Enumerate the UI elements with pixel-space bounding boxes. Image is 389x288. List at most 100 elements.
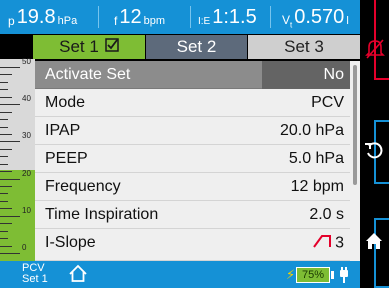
ie-ratio-value: 1:1.5 — [212, 5, 257, 28]
param-value[interactable]: 20.0 hPa — [280, 122, 344, 140]
param-value[interactable]: No — [324, 66, 344, 84]
divider — [98, 6, 99, 28]
gauge-label: 40 — [22, 94, 31, 104]
param-value[interactable]: 2.0 s — [309, 206, 344, 224]
battery-indicator: 75% — [296, 267, 330, 283]
param-label: Mode — [45, 94, 86, 111]
parameter-list: Activate Set No Mode PCV IPAP 20.0 hPa P… — [35, 61, 350, 261]
gauge-tick — [0, 223, 12, 225]
gauge-tick — [0, 253, 20, 254]
rise-slope-icon — [313, 234, 333, 253]
measurement-bar: p 19.8 hPa f 12 bpm I:E 1:1.5 Vt 0.570 l — [0, 0, 360, 34]
home-button[interactable] — [360, 200, 389, 288]
tab-set-3[interactable]: Set 3 — [248, 35, 360, 59]
param-label: Time Inspiration — [45, 206, 159, 223]
frequency-prefix: f — [114, 14, 118, 28]
scrollbar-thumb[interactable] — [353, 65, 357, 185]
frequency-readout: f 12 bpm — [114, 0, 165, 34]
gauge-tick — [0, 178, 20, 180]
active-set: Set 1 — [22, 273, 48, 285]
gauge-tick — [0, 171, 12, 173]
divider — [270, 6, 271, 28]
param-label: I-Slope — [45, 234, 96, 251]
gauge-tick — [0, 156, 8, 158]
gauge-tick — [0, 186, 12, 188]
ie-ratio-readout: I:E 1:1.5 — [198, 0, 259, 34]
gauge-tick — [0, 141, 20, 143]
gauge-tick — [0, 148, 12, 150]
ie-ratio-prefix: I:E — [198, 15, 211, 27]
gauge-tick — [0, 238, 8, 240]
frequency-unit: bpm — [143, 14, 165, 27]
gauge-tick — [0, 89, 8, 91]
param-label: IPAP — [45, 122, 81, 139]
param-label: PEEP — [45, 150, 88, 167]
gauge-tick — [0, 67, 20, 68]
param-row-frequency[interactable]: Frequency 12 bpm — [35, 173, 350, 201]
param-row-peep[interactable]: PEEP 5.0 hPa — [35, 145, 350, 173]
gauge-tick — [0, 81, 8, 83]
alarm-silenced-icon — [365, 38, 385, 65]
frequency-value: 12 — [119, 5, 142, 28]
tidal-volume-readout: Vt 0.570 l — [282, 0, 349, 34]
param-row-i-slope[interactable]: I-Slope 3 — [35, 229, 350, 261]
pressure-gauge: 50 40 30 20 10 0 — [0, 57, 35, 261]
pressure-readout: p 19.8 hPa — [8, 0, 77, 34]
gauge-tick — [0, 96, 12, 98]
tab-set-3-label: Set 3 — [284, 37, 324, 56]
pressure-value: 19.8 — [16, 5, 56, 28]
tab-set-1-label: Set 1 — [59, 37, 99, 56]
gauge-tick — [0, 245, 12, 247]
status-bar: PCV Set 1 ⚡ 75% — [0, 261, 360, 288]
mains-plug-icon — [338, 266, 350, 288]
i-slope-value: 3 — [335, 234, 344, 252]
tidal-volume-prefix: Vt — [282, 12, 293, 30]
gauge-tick — [0, 215, 20, 217]
gauge-tick — [0, 200, 8, 202]
gauge-tick — [0, 126, 8, 128]
gauge-label: 0 — [22, 243, 27, 252]
gauge-tick — [0, 74, 12, 76]
tab-set-2[interactable]: Set 2 — [146, 35, 247, 59]
divider — [190, 6, 191, 28]
battery-tip — [331, 271, 334, 279]
param-label: Frequency — [45, 178, 121, 195]
gauge-label: 50 — [22, 57, 31, 66]
alarm-silence-button[interactable] — [360, 0, 389, 94]
gauge-tick — [0, 111, 12, 113]
gauge-tick — [0, 208, 12, 210]
home-outline-icon[interactable] — [68, 264, 88, 288]
charging-bolt-icon: ⚡ — [286, 267, 296, 282]
active-mode-label: PCV Set 1 — [22, 263, 48, 285]
gauge-tick — [0, 119, 8, 121]
param-row-activate-set[interactable]: Activate Set No — [35, 61, 350, 89]
tab-set-1[interactable]: Set 1 — [33, 35, 145, 59]
pressure-unit: hPa — [57, 14, 78, 27]
gauge-tick — [0, 133, 12, 135]
undo-button[interactable] — [360, 100, 389, 186]
gauge-tick — [0, 163, 8, 165]
param-row-ipap[interactable]: IPAP 20.0 hPa — [35, 117, 350, 145]
list-scrollbar[interactable] — [350, 61, 360, 261]
param-value[interactable]: 12 bpm — [291, 178, 344, 196]
gauge-label: 30 — [22, 131, 31, 141]
battery-level: 75% — [301, 269, 325, 281]
gauge-tick — [0, 193, 8, 195]
gauge-label: 10 — [22, 205, 31, 215]
side-panel — [360, 0, 389, 288]
checkbox-checked-icon — [105, 38, 119, 56]
pressure-prefix: p — [8, 14, 15, 28]
param-row-mode[interactable]: Mode PCV — [35, 89, 350, 117]
tidal-volume-unit: l — [346, 14, 349, 27]
param-value[interactable]: 5.0 hPa — [289, 150, 344, 168]
tidal-volume-value: 0.570 — [294, 5, 345, 28]
param-value[interactable]: PCV — [311, 94, 344, 112]
home-icon — [364, 232, 384, 255]
param-value[interactable]: 3 — [313, 234, 344, 253]
gauge-tick — [0, 230, 8, 232]
undo-icon — [364, 140, 384, 165]
gauge-label: 20 — [22, 168, 31, 178]
tab-set-2-label: Set 2 — [176, 37, 217, 56]
param-row-time-inspiration[interactable]: Time Inspiration 2.0 s — [35, 201, 350, 229]
param-label: Activate Set — [45, 66, 131, 83]
